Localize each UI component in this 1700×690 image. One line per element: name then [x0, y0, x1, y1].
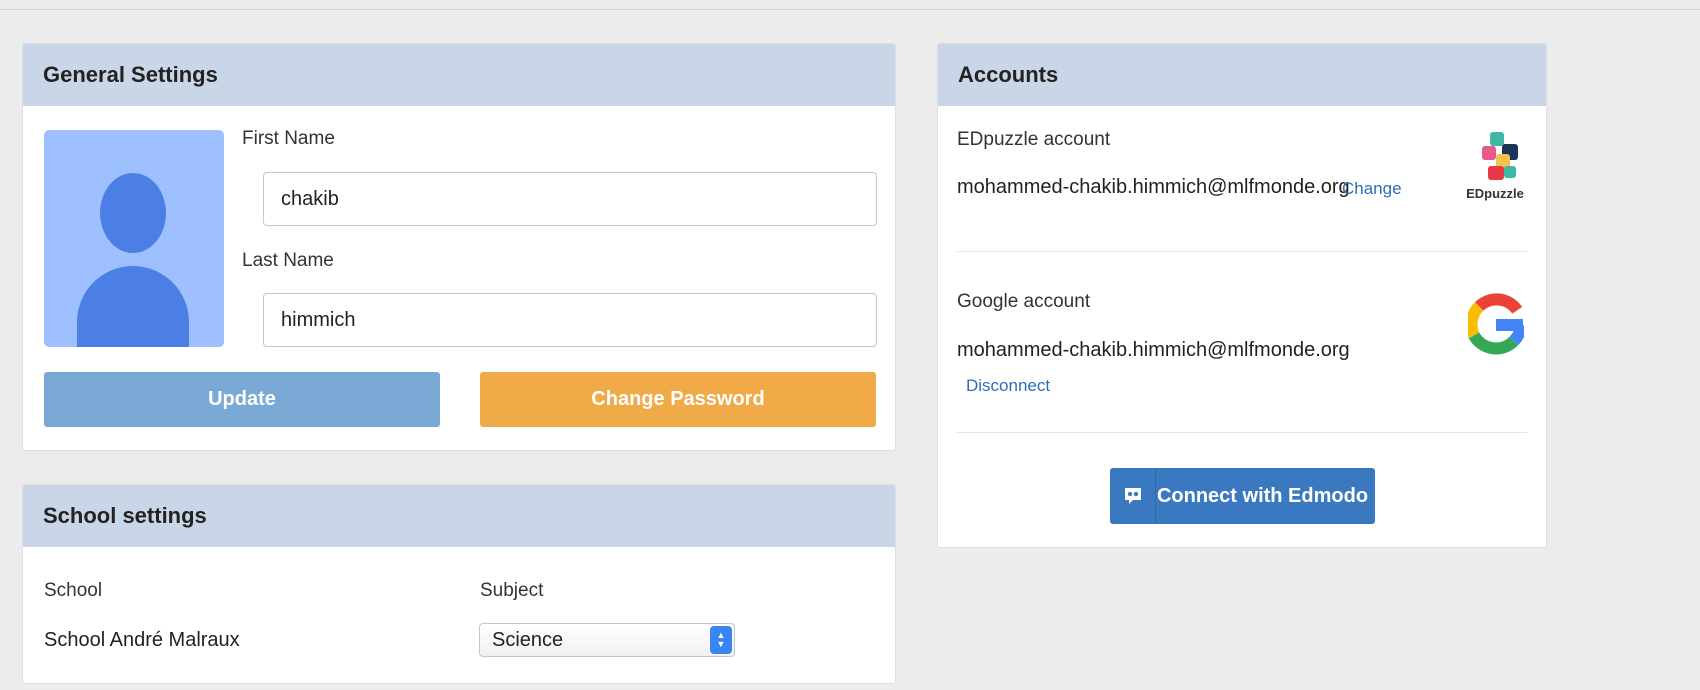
general-settings-title: General Settings: [23, 44, 895, 106]
first-name-label: First Name: [242, 128, 335, 149]
edpuzzle-account-email: mohammed-chakib.himmich@mlfmonde.org: [957, 176, 1350, 198]
accounts-divider: [957, 432, 1527, 433]
edmodo-icon: [1110, 468, 1156, 524]
subject-label: Subject: [480, 580, 544, 601]
google-disconnect-link[interactable]: Disconnect: [966, 376, 1050, 396]
top-divider: [0, 9, 1700, 10]
connect-edmodo-label: Connect with Edmodo: [1156, 484, 1369, 507]
general-settings-panel: General Settings First Name Last Name Up…: [22, 43, 896, 451]
google-account-label: Google account: [957, 291, 1091, 312]
update-button[interactable]: Update: [44, 372, 440, 427]
edpuzzle-change-link[interactable]: Change: [1342, 179, 1402, 199]
last-name-field[interactable]: [263, 293, 877, 347]
school-settings-title: School settings: [23, 485, 895, 547]
school-label: School: [44, 580, 103, 601]
accounts-panel: Accounts EDpuzzle account mohammed-chaki…: [937, 43, 1547, 548]
school-value: School André Malraux: [44, 629, 240, 651]
subject-select-value: Science: [492, 628, 564, 651]
google-logo: [1465, 289, 1527, 361]
change-password-button[interactable]: Change Password: [480, 372, 876, 427]
connect-edmodo-button[interactable]: Connect with Edmodo: [1110, 468, 1375, 524]
first-name-field[interactable]: [263, 172, 877, 226]
select-arrows-icon: ▲ ▼: [710, 626, 732, 654]
google-account-email: mohammed-chakib.himmich@mlfmonde.org: [957, 339, 1350, 361]
edpuzzle-account-label: EDpuzzle account: [957, 129, 1111, 150]
school-settings-panel: School settings School School André Malr…: [22, 484, 896, 684]
edpuzzle-logo: EDpuzzle: [1460, 130, 1530, 202]
accounts-title: Accounts: [938, 44, 1546, 106]
user-avatar-icon: [44, 130, 224, 347]
last-name-label: Last Name: [242, 250, 334, 271]
edpuzzle-logo-text: EDpuzzle: [1466, 186, 1524, 201]
subject-select[interactable]: Science ▲ ▼: [479, 623, 735, 657]
accounts-divider: [957, 251, 1527, 252]
